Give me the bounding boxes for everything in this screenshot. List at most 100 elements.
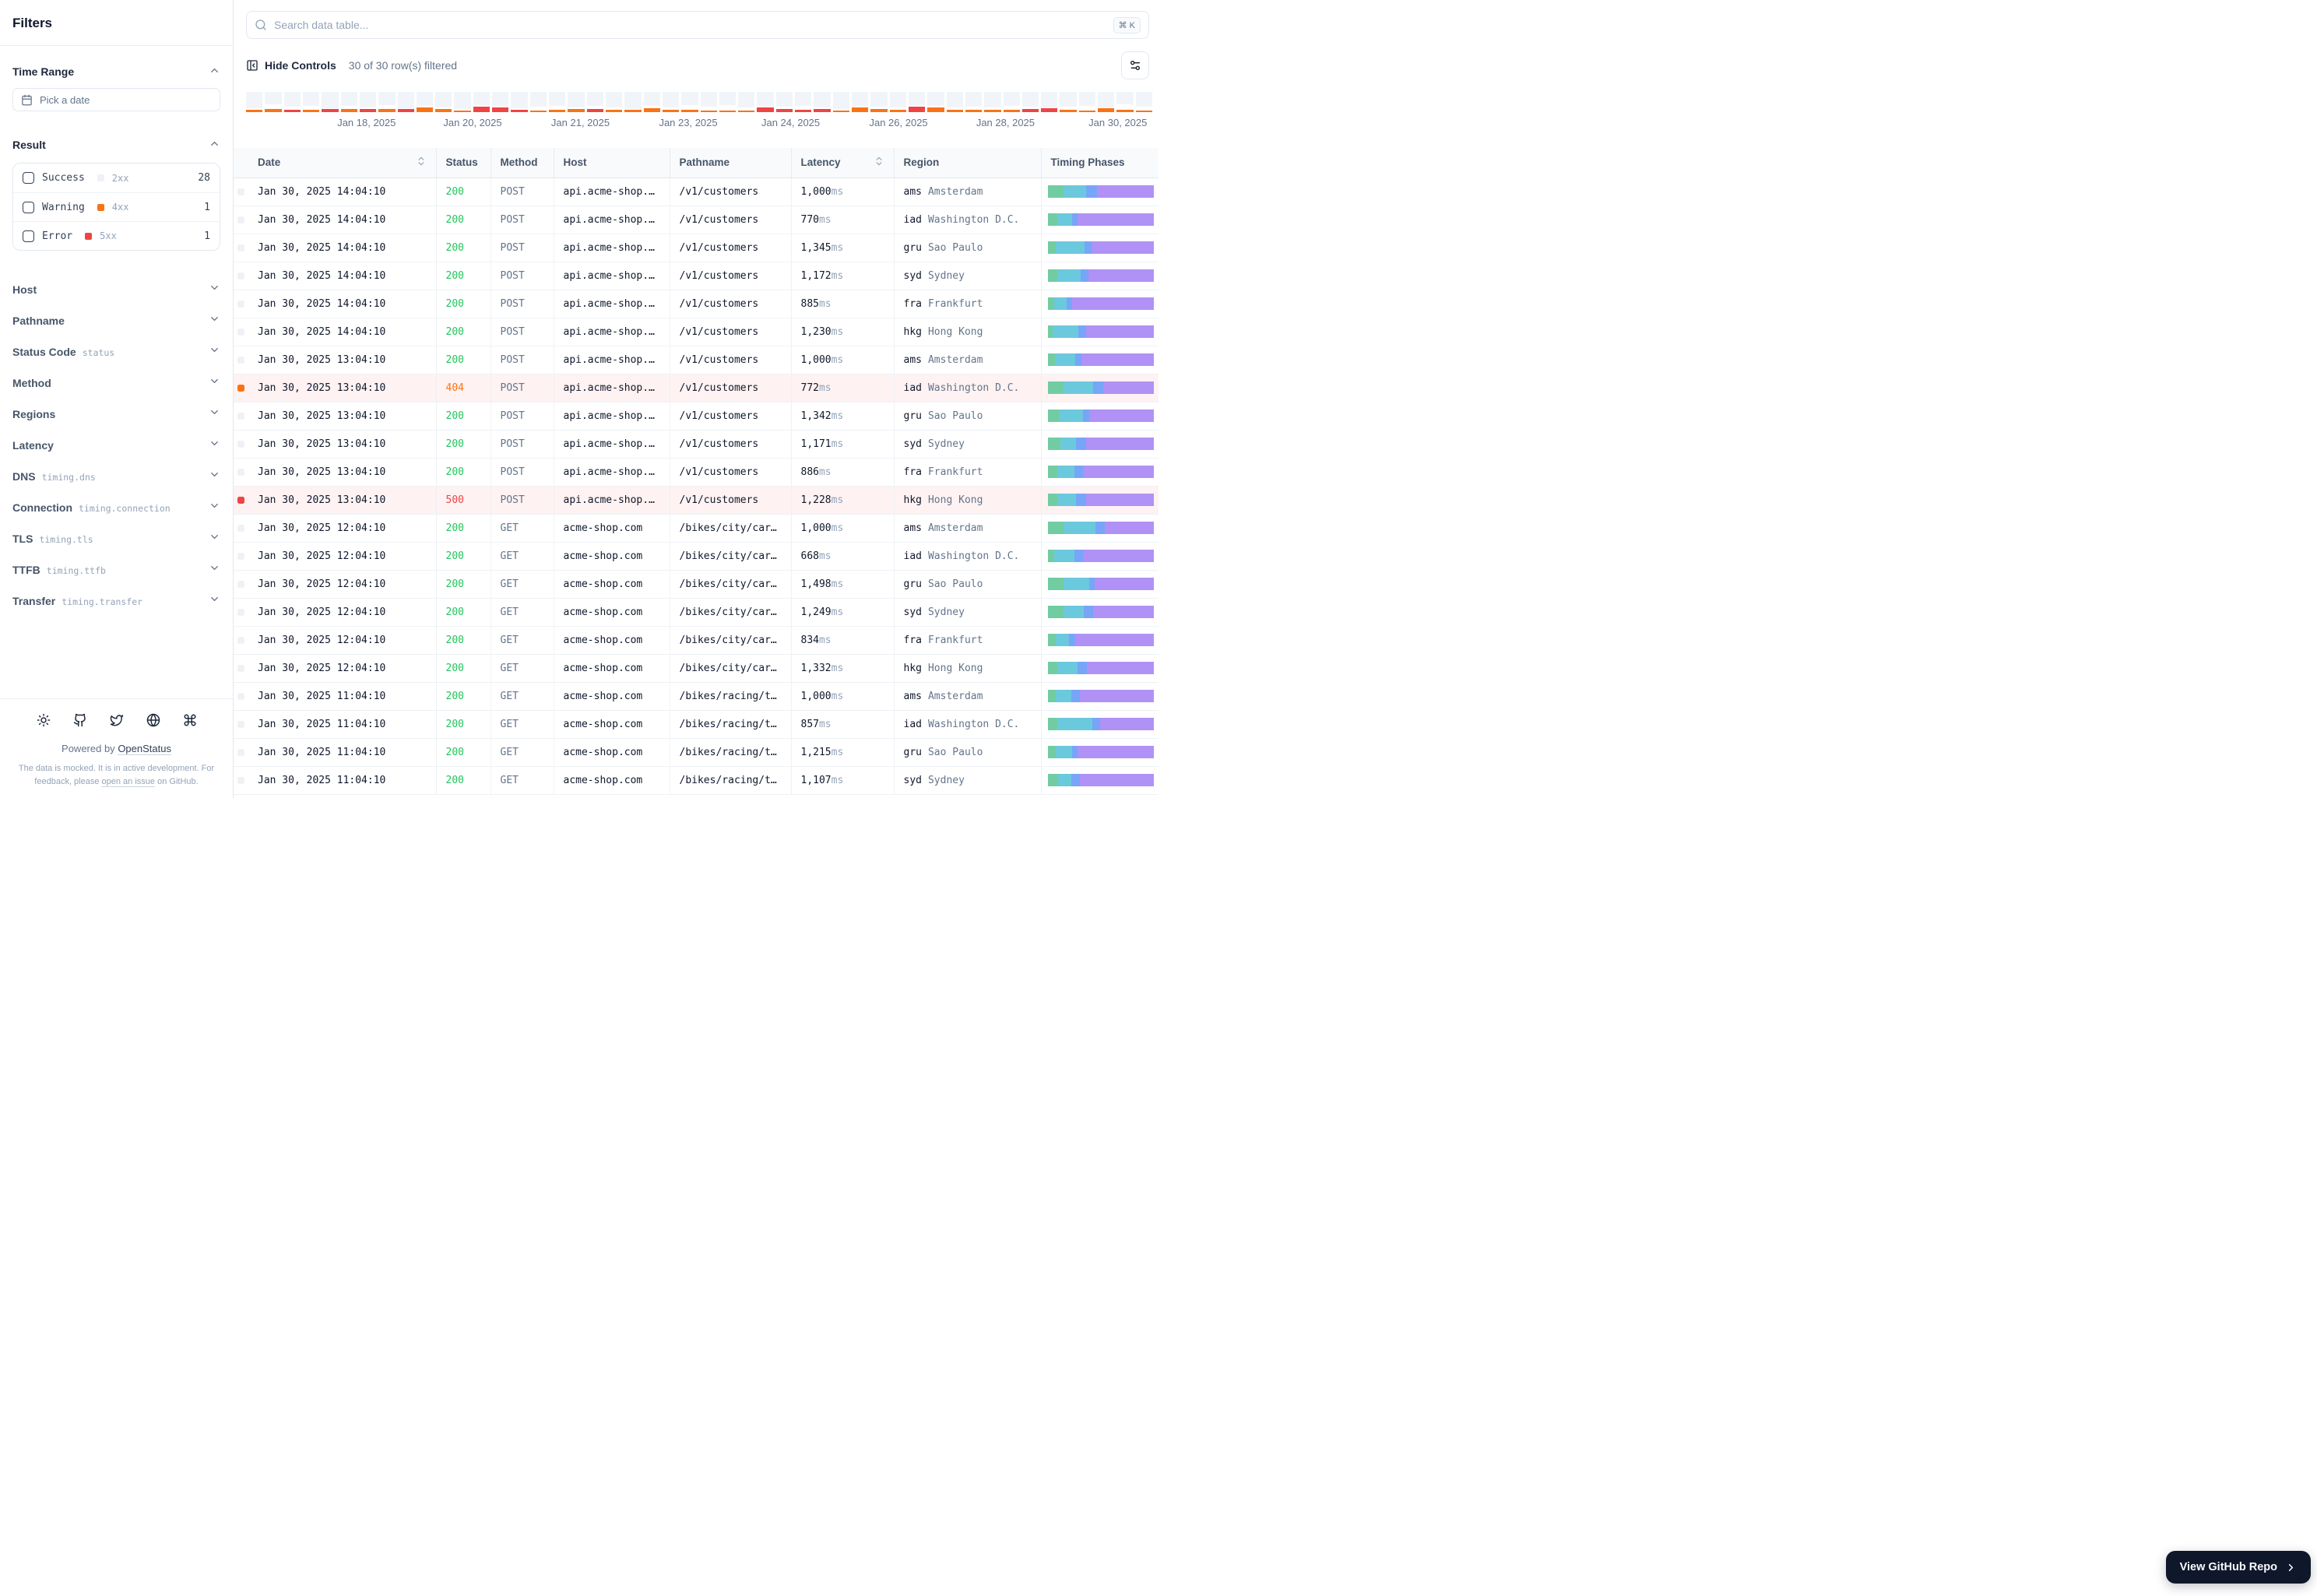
histogram-bar[interactable]: [359, 92, 377, 112]
histogram-bar[interactable]: [605, 92, 623, 112]
row-status-cell[interactable]: [234, 542, 248, 571]
twitter-icon[interactable]: [110, 713, 124, 727]
row-status-cell[interactable]: [234, 654, 248, 683]
sort-icon[interactable]: [416, 156, 427, 169]
row-status-cell[interactable]: [234, 626, 248, 655]
row-status-cell[interactable]: [234, 514, 248, 543]
histogram-bar[interactable]: [624, 92, 642, 112]
row-status-cell[interactable]: [234, 570, 248, 599]
histogram-bar[interactable]: [681, 92, 698, 112]
histogram-bar[interactable]: [870, 92, 888, 112]
section-time-range[interactable]: Time Range: [12, 58, 220, 85]
row-status-cell[interactable]: [234, 710, 248, 739]
histogram-bar[interactable]: [852, 92, 869, 112]
histogram-bar[interactable]: [908, 92, 926, 112]
sidebar-filter-latency[interactable]: Latency: [12, 430, 220, 461]
table-row[interactable]: Jan 30, 2025 12:04:10 200 GET acme-shop.com…: [234, 654, 1158, 683]
histogram-bar[interactable]: [378, 92, 396, 112]
row-status-cell[interactable]: [234, 486, 248, 515]
histogram-bar[interactable]: [283, 92, 301, 112]
open-an-issue-link[interactable]: open an issue: [102, 777, 156, 786]
row-status-cell[interactable]: [234, 402, 248, 431]
table-row[interactable]: Jan 30, 2025 12:04:10 200 GET acme-shop.com…: [234, 542, 1158, 571]
sidebar-filter-transfer[interactable]: Transfer timing.transfer: [12, 585, 220, 617]
sidebar-filter-pathname[interactable]: Pathname: [12, 305, 220, 336]
row-status-cell[interactable]: [234, 598, 248, 627]
table-row[interactable]: Jan 30, 2025 13:04:10 200 POST api.acme-sho…: [234, 430, 1158, 459]
hide-controls-button[interactable]: Hide Controls: [246, 59, 336, 72]
table-row[interactable]: Jan 30, 2025 14:04:10 200 POST api.acme-sho…: [234, 234, 1158, 262]
table-row[interactable]: Jan 30, 2025 14:04:10 200 POST api.acme-sho…: [234, 206, 1158, 234]
table-row[interactable]: Jan 30, 2025 14:04:10 200 POST api.acme-sho…: [234, 318, 1158, 346]
table-row[interactable]: Jan 30, 2025 13:04:10 200 POST api.acme-sho…: [234, 402, 1158, 431]
row-status-cell[interactable]: [234, 290, 248, 318]
histogram-bar[interactable]: [965, 92, 983, 112]
row-status-cell[interactable]: [234, 206, 248, 234]
row-status-cell[interactable]: [234, 262, 248, 290]
github-icon[interactable]: [73, 713, 87, 727]
histogram-bar[interactable]: [775, 92, 793, 112]
row-status-cell[interactable]: [234, 346, 248, 374]
globe-icon[interactable]: [146, 713, 160, 727]
histogram-bar[interactable]: [435, 92, 452, 112]
table-row[interactable]: Jan 30, 2025 11:04:10 200 GET acme-shop.com…: [234, 710, 1158, 739]
histogram-bar[interactable]: [302, 92, 320, 112]
table-row[interactable]: Jan 30, 2025 11:04:10 200 GET acme-shop.com…: [234, 766, 1158, 795]
view-options-button[interactable]: [1121, 51, 1149, 79]
sidebar-filter-dns[interactable]: DNS timing.dns: [12, 461, 220, 492]
sidebar-filter-method[interactable]: Method: [12, 367, 220, 399]
checkbox[interactable]: [23, 201, 34, 213]
sidebar-filter-connection[interactable]: Connection timing.connection: [12, 492, 220, 523]
histogram-bar[interactable]: [473, 92, 490, 112]
table-row[interactable]: Jan 30, 2025 14:04:10 200 POST api.acme-sho…: [234, 262, 1158, 290]
result-option-error[interactable]: Error 5xx 1: [13, 221, 220, 250]
table-row[interactable]: Jan 30, 2025 13:04:10 404 POST api.acme-sho…: [234, 374, 1158, 403]
request-histogram[interactable]: Jan 18, 2025 Jan 20, 2025 Jan 21, 2025 Jan …: [246, 92, 1152, 131]
histogram-bar[interactable]: [246, 92, 263, 112]
histogram-bar[interactable]: [700, 92, 717, 112]
histogram-bar[interactable]: [1098, 92, 1115, 112]
histogram-bar[interactable]: [568, 92, 585, 112]
histogram-bar[interactable]: [832, 92, 849, 112]
histogram-bar[interactable]: [529, 92, 547, 112]
row-status-cell[interactable]: [234, 234, 248, 262]
histogram-bar[interactable]: [265, 92, 282, 112]
table-row[interactable]: Jan 30, 2025 12:04:10 200 GET acme-shop.com…: [234, 514, 1158, 543]
histogram-bar[interactable]: [927, 92, 944, 112]
openstatus-link[interactable]: OpenStatus: [118, 743, 171, 754]
sidebar-filter-regions[interactable]: Regions: [12, 399, 220, 430]
checkbox[interactable]: [23, 230, 34, 242]
histogram-bar[interactable]: [719, 92, 737, 112]
histogram-bar[interactable]: [662, 92, 680, 112]
sun-icon[interactable]: [37, 713, 51, 727]
histogram-bar[interactable]: [1003, 92, 1020, 112]
histogram-bar[interactable]: [1135, 92, 1152, 112]
column-header-date[interactable]: Date: [248, 148, 437, 178]
table-row[interactable]: Jan 30, 2025 13:04:10 200 POST api.acme-sho…: [234, 346, 1158, 374]
row-status-cell[interactable]: [234, 318, 248, 346]
histogram-bar[interactable]: [1060, 92, 1077, 112]
histogram-bar[interactable]: [795, 92, 812, 112]
histogram-bar[interactable]: [340, 92, 357, 112]
sidebar-filter-status-code[interactable]: Status Code status: [12, 336, 220, 367]
histogram-bar[interactable]: [1021, 92, 1039, 112]
sidebar-filter-ttfb[interactable]: TTFB timing.ttfb: [12, 554, 220, 585]
table-row[interactable]: Jan 30, 2025 14:04:10 200 POST api.acme-sho…: [234, 290, 1158, 318]
histogram-bar[interactable]: [492, 92, 509, 112]
histogram-bar[interactable]: [889, 92, 906, 112]
histogram-bar[interactable]: [1041, 92, 1058, 112]
row-status-cell[interactable]: [234, 738, 248, 767]
table-row[interactable]: Jan 30, 2025 11:04:10 200 GET acme-shop.com…: [234, 738, 1158, 767]
table-row[interactable]: Jan 30, 2025 12:04:10 200 GET acme-shop.com…: [234, 626, 1158, 655]
histogram-bar[interactable]: [738, 92, 755, 112]
histogram-bar[interactable]: [397, 92, 414, 112]
histogram-bar[interactable]: [814, 92, 831, 112]
checkbox[interactable]: [23, 172, 34, 184]
row-status-cell[interactable]: [234, 682, 248, 711]
row-status-cell[interactable]: [234, 374, 248, 403]
table-row[interactable]: Jan 30, 2025 13:04:10 500 POST api.acme-sho…: [234, 486, 1158, 515]
row-status-cell[interactable]: [234, 430, 248, 459]
sort-icon[interactable]: [874, 156, 884, 169]
column-header-latency[interactable]: Latency: [791, 148, 895, 178]
histogram-bar[interactable]: [984, 92, 1001, 112]
